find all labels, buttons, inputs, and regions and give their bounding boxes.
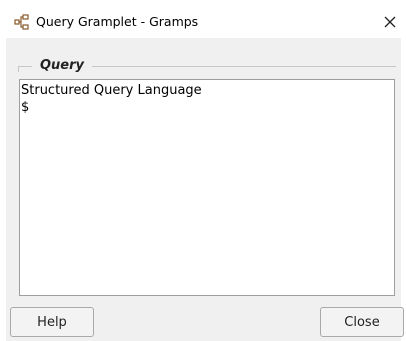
dialog-content: Query Structured Query Language $ Help C… — [6, 38, 404, 341]
close-button[interactable]: Close — [320, 307, 404, 337]
title-bar[interactable]: Query Gramplet - Gramps — [0, 0, 406, 38]
help-button[interactable]: Help — [10, 307, 94, 337]
frame-label: Query — [32, 57, 93, 75]
frame-border-left — [18, 66, 19, 72]
query-text-area[interactable]: Structured Query Language $ — [19, 79, 395, 296]
window-title: Query Gramplet - Gramps — [36, 14, 199, 29]
gramps-tree-icon — [14, 14, 30, 30]
close-icon[interactable] — [380, 12, 400, 32]
query-gramplet-window: Query Gramplet - Gramps Query Structured… — [0, 0, 406, 341]
